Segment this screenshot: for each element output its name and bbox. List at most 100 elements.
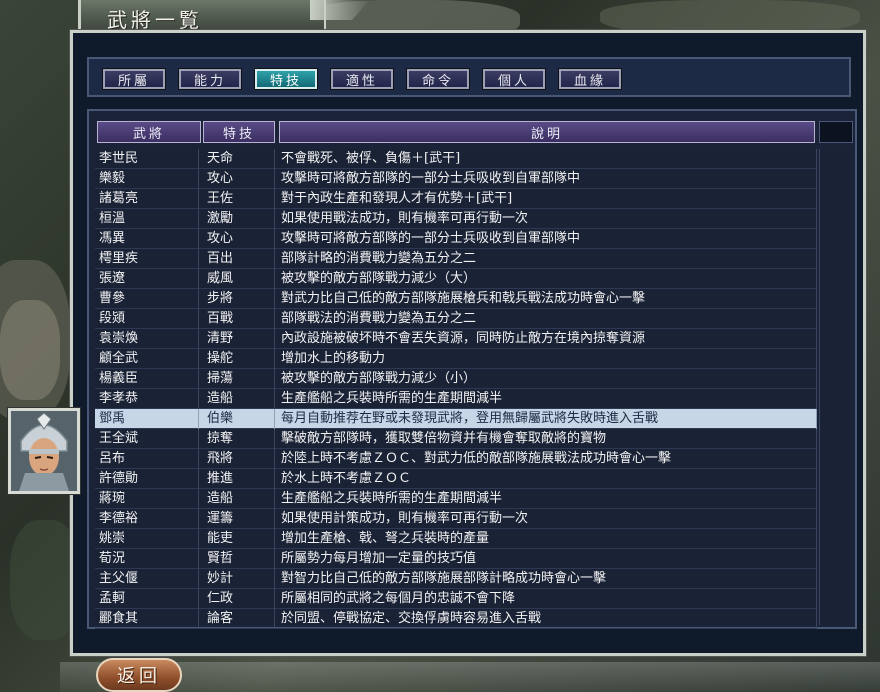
tab-skill[interactable]: 特技 xyxy=(254,68,318,90)
skill-cell: 造船 xyxy=(199,489,275,509)
table-row[interactable]: 樗里疾 百出 部隊計略的消費戰力變為五分之二 xyxy=(95,249,817,269)
skill-cell: 天命 xyxy=(199,149,275,169)
skill-cell: 王佐 xyxy=(199,189,275,209)
skill-cell: 飛將 xyxy=(199,449,275,469)
table-row[interactable]: 顧全武 操舵 增加水上的移動力 xyxy=(95,349,817,369)
table-row[interactable]: 張遼 威風 被攻擊的敵方部隊戰力減少（大） xyxy=(95,269,817,289)
officer-name-cell: 張遼 xyxy=(95,269,199,289)
description-cell: 生產艦船之兵裝時所需的生產期間減半 xyxy=(275,389,817,409)
skill-cell: 運籌 xyxy=(199,509,275,529)
officer-name-cell: 桓溫 xyxy=(95,209,199,229)
table-body: 李世民 天命 不會戰死、被俘、負傷＋[武干] 樂毅 攻心 攻擊時可將敵方部隊的一部分士兵吸… xyxy=(95,149,817,629)
window-title: 武將一覧 xyxy=(107,8,203,32)
description-cell: 部隊戰法的消費戰力變為五分之二 xyxy=(275,309,817,329)
table-row[interactable]: 馮異 攻心 攻擊時可將敵方部隊的一部分士兵吸收到自軍部隊中 xyxy=(95,229,817,249)
column-header-skill[interactable]: 特技 xyxy=(203,121,275,143)
description-cell: 攻擊時可將敵方部隊的一部分士兵吸收到自軍部隊中 xyxy=(275,169,817,189)
table-row[interactable]: 王全斌 掠奪 擊破敵方部隊時，獲取雙倍物資并有機會奪取敵將的寶物 xyxy=(95,429,817,449)
table-row[interactable]: 許德勛 推進 於水上時不考慮ＺＯＣ xyxy=(95,469,817,489)
skill-cell: 造船 xyxy=(199,389,275,409)
skill-cell: 能吏 xyxy=(199,529,275,549)
tab-command[interactable]: 命令 xyxy=(406,68,470,90)
skill-cell: 步將 xyxy=(199,289,275,309)
table-row[interactable]: 孟軻 仁政 所屬相同的武將之每個月的忠誠不會下降 xyxy=(95,589,817,609)
officer-name-cell: 許德勛 xyxy=(95,469,199,489)
officer-name-cell: 蔣琬 xyxy=(95,489,199,509)
table-row[interactable]: 李孝恭 造船 生產艦船之兵裝時所需的生產期間減半 xyxy=(95,389,817,409)
officer-name-cell: 馮異 xyxy=(95,229,199,249)
officer-name-cell: 李德裕 xyxy=(95,509,199,529)
map-castle xyxy=(0,300,60,400)
tab-personal[interactable]: 個人 xyxy=(482,68,546,90)
table-row[interactable]: 諸葛亮 王佐 對于內政生產和發現人才有优勢＋[武干] xyxy=(95,189,817,209)
skill-cell: 激勵 xyxy=(199,209,275,229)
officer-name-cell: 樗里疾 xyxy=(95,249,199,269)
table-row[interactable]: 李德裕 運籌 如果使用計策成功，則有機率可再行動一次 xyxy=(95,509,817,529)
officer-name-cell: 顧全武 xyxy=(95,349,199,369)
skill-cell: 伯樂 xyxy=(199,409,275,429)
table-row[interactable]: 鄧禹 伯樂 每月自動推荐在野或未發現武將，登用無歸屬武將失敗時進入舌戰 xyxy=(95,409,817,429)
table-row[interactable]: 主父偃 妙計 對智力比自己低的敵方部隊施展部隊計略成功時會心一擊 xyxy=(95,569,817,589)
table-row[interactable]: 袁崇煥 清野 內政設施被破坏時不會丟失資源，同時防止敵方在境內掠奪資源 xyxy=(95,329,817,349)
description-cell: 不會戰死、被俘、負傷＋[武干] xyxy=(275,149,817,169)
table-row[interactable]: 酈食其 論客 於同盟、停戰協定、交換俘虜時容易進入舌戰 xyxy=(95,609,817,629)
portrait-avatar-icon xyxy=(11,411,77,491)
description-cell: 增加生產槍、戟、弩之兵裝時的產量 xyxy=(275,529,817,549)
officer-portrait xyxy=(8,408,80,494)
skill-cell: 操舵 xyxy=(199,349,275,369)
table-row[interactable]: 荀況 賢哲 所屬勢力每月增加一定量的技巧值 xyxy=(95,549,817,569)
table-row[interactable]: 蔣琬 造船 生產艦船之兵裝時所需的生產期間減半 xyxy=(95,489,817,509)
skill-cell: 百戰 xyxy=(199,309,275,329)
description-cell: 所屬勢力每月增加一定量的技巧值 xyxy=(275,549,817,569)
column-header-description[interactable]: 說明 xyxy=(279,121,815,143)
column-header-name[interactable]: 武將 xyxy=(97,121,201,143)
officer-list-window: 所屬 能力 特技 適性 命令 個人 血緣 武將 特技 說明 李世民 天命 不會戰死、… xyxy=(70,30,866,656)
table-row[interactable]: 段熲 百戰 部隊戰法的消費戰力變為五分之二 xyxy=(95,309,817,329)
skill-cell: 百出 xyxy=(199,249,275,269)
scrollbar-track[interactable] xyxy=(819,149,852,625)
skill-cell: 仁政 xyxy=(199,589,275,609)
description-cell: 部隊計略的消費戰力變為五分之二 xyxy=(275,249,817,269)
officer-name-cell: 姚崇 xyxy=(95,529,199,549)
officer-name-cell: 段熲 xyxy=(95,309,199,329)
skill-cell: 攻心 xyxy=(199,169,275,189)
description-cell: 被攻擊的敵方部隊戰力減少（大） xyxy=(275,269,817,289)
description-cell: 擊破敵方部隊時，獲取雙倍物資并有機會奪取敵將的寶物 xyxy=(275,429,817,449)
officer-name-cell: 樂毅 xyxy=(95,169,199,189)
officer-name-cell: 李孝恭 xyxy=(95,389,199,409)
officer-name-cell: 楊義臣 xyxy=(95,369,199,389)
footer-strip xyxy=(60,662,880,692)
officer-table: 武將 特技 說明 李世民 天命 不會戰死、被俘、負傷＋[武干] 樂毅 攻心 攻擊時可將敵方… xyxy=(87,109,857,629)
tab-bloodline[interactable]: 血緣 xyxy=(558,68,622,90)
skill-cell: 賢哲 xyxy=(199,549,275,569)
tab-bar: 所屬 能力 特技 適性 命令 個人 血緣 xyxy=(87,57,851,97)
description-cell: 所屬相同的武將之每個月的忠誠不會下降 xyxy=(275,589,817,609)
skill-cell: 威風 xyxy=(199,269,275,289)
table-row[interactable]: 曹參 步將 對武力比自己低的敵方部隊施展槍兵和戟兵戰法成功時會心一擊 xyxy=(95,289,817,309)
officer-name-cell: 呂布 xyxy=(95,449,199,469)
description-cell: 於水上時不考慮ＺＯＣ xyxy=(275,469,817,489)
officer-name-cell: 曹參 xyxy=(95,289,199,309)
tab-affiliation[interactable]: 所屬 xyxy=(102,68,166,90)
return-button[interactable]: 返回 xyxy=(96,658,182,692)
table-row[interactable]: 楊義臣 掃蕩 被攻擊的敵方部隊戰力減少（小） xyxy=(95,369,817,389)
description-cell: 如果使用戰法成功，則有機率可再行動一次 xyxy=(275,209,817,229)
skill-cell: 掃蕩 xyxy=(199,369,275,389)
skill-cell: 攻心 xyxy=(199,229,275,249)
table-row[interactable]: 姚崇 能吏 增加生產槍、戟、弩之兵裝時的產量 xyxy=(95,529,817,549)
tab-ability[interactable]: 能力 xyxy=(178,68,242,90)
table-row[interactable]: 桓溫 激勵 如果使用戰法成功，則有機率可再行動一次 xyxy=(95,209,817,229)
officer-name-cell: 李世民 xyxy=(95,149,199,169)
table-row[interactable]: 李世民 天命 不會戰死、被俘、負傷＋[武干] xyxy=(95,149,817,169)
officer-name-cell: 孟軻 xyxy=(95,589,199,609)
officer-name-cell: 主父偃 xyxy=(95,569,199,589)
column-header-spacer xyxy=(819,121,853,143)
table-row[interactable]: 樂毅 攻心 攻擊時可將敵方部隊的一部分士兵吸收到自軍部隊中 xyxy=(95,169,817,189)
description-cell: 於同盟、停戰協定、交換俘虜時容易進入舌戰 xyxy=(275,609,817,629)
skill-cell: 推進 xyxy=(199,469,275,489)
tab-aptitude[interactable]: 適性 xyxy=(330,68,394,90)
table-row[interactable]: 呂布 飛將 於陸上時不考慮ＺＯＣ、對武力低的敵部隊施展戰法成功時會心一擊 xyxy=(95,449,817,469)
officer-name-cell: 袁崇煥 xyxy=(95,329,199,349)
description-cell: 被攻擊的敵方部隊戰力減少（小） xyxy=(275,369,817,389)
skill-cell: 掠奪 xyxy=(199,429,275,449)
